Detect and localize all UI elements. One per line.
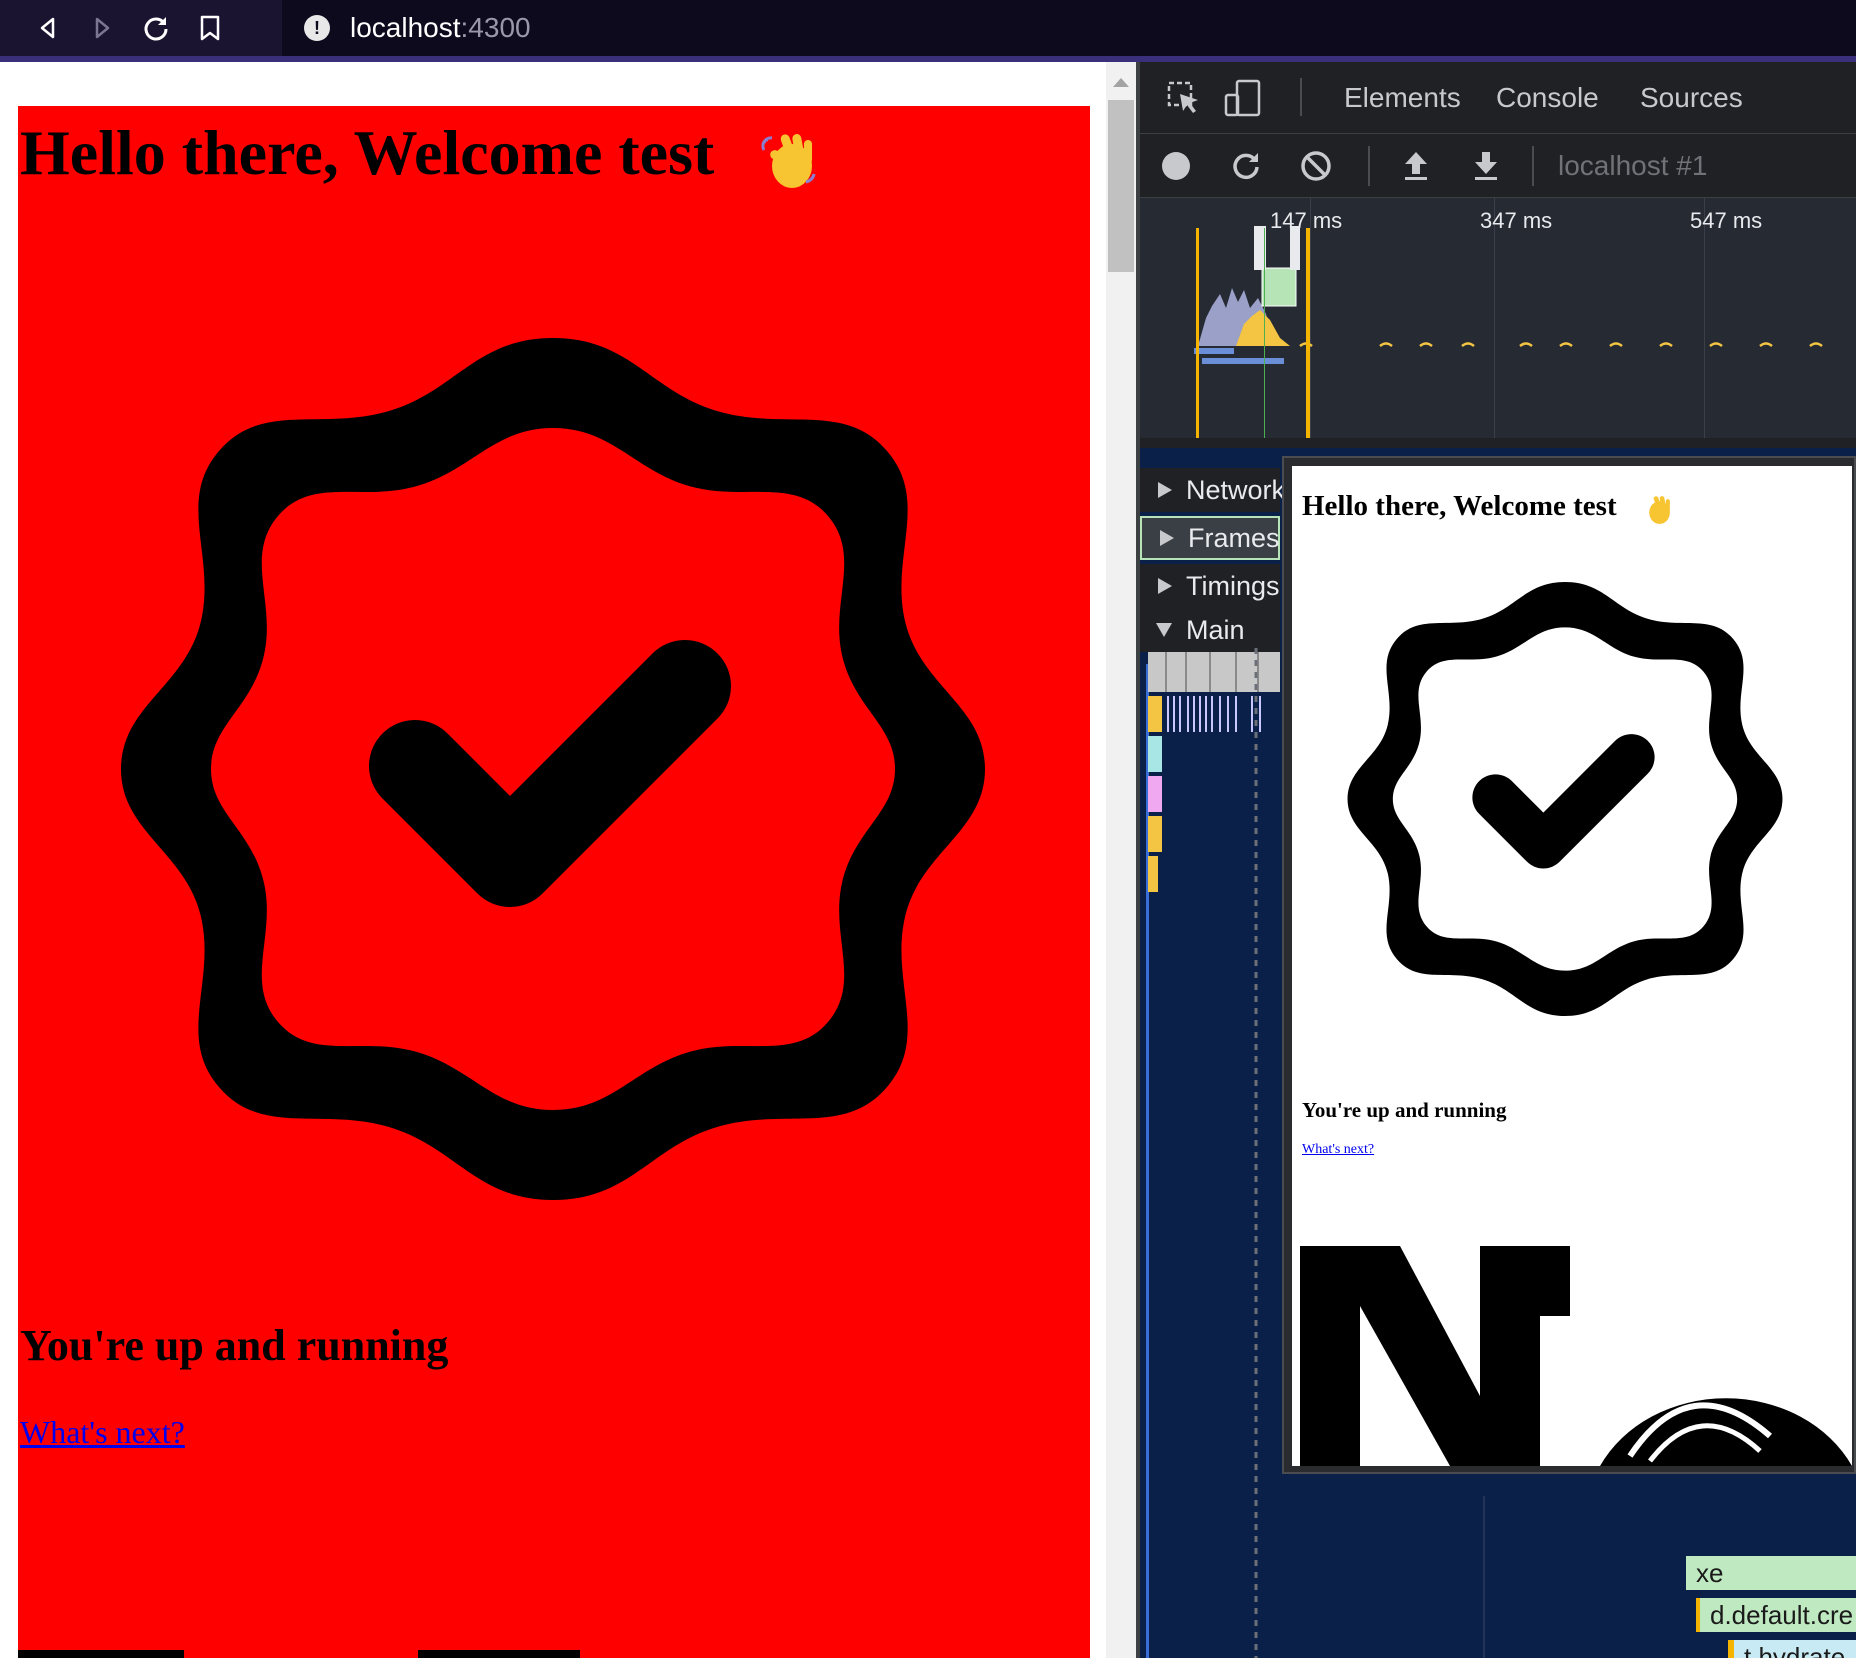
url-port: :4300 <box>460 12 531 43</box>
reload-button[interactable] <box>136 8 176 48</box>
waving-hand-icon <box>761 134 816 188</box>
flame-entry[interactable]: xe <box>1686 1556 1856 1590</box>
page-viewport: Hello there, Welcome test You're up and … <box>0 62 1106 1658</box>
check-badge-icon <box>1347 582 1783 1016</box>
preview-link: What's next? <box>1302 1142 1375 1157</box>
page-scrollbar[interactable] <box>1106 62 1136 1658</box>
bookmark-icon <box>200 15 220 41</box>
forward-icon <box>95 17 110 39</box>
toolbar-separator <box>1300 78 1302 116</box>
check-badge-icon <box>121 338 985 1200</box>
tab-sources[interactable]: Sources <box>1640 82 1743 114</box>
app-page: Hello there, Welcome test You're up and … <box>18 106 1090 1658</box>
timeline-overview[interactable]: 147 ms 347 ms 547 ms No No No No No No N… <box>1140 198 1856 576</box>
browser-toolbar: ! localhost:4300 <box>0 0 1856 62</box>
inspect-cursor-icon <box>1167 81 1198 113</box>
device-toolbar-button[interactable] <box>1220 76 1264 120</box>
inspect-element-button[interactable] <box>1162 76 1206 120</box>
nx-logo-icon <box>1300 1246 1852 1466</box>
scroll-up-arrow-icon[interactable] <box>1113 78 1129 87</box>
clear-icon <box>1301 151 1331 181</box>
tab-console[interactable]: Console <box>1496 82 1599 114</box>
device-icon <box>1224 79 1261 117</box>
upload-icon <box>1405 152 1427 180</box>
toolbar-separator <box>1368 146 1370 186</box>
flame-entry[interactable]: d.default.cre <box>1696 1598 1856 1632</box>
status-subheading: You're up and running <box>20 1321 449 1370</box>
frame-preview-popover: Hello there, Welcome test You're up and … <box>1282 456 1856 1474</box>
devtools-tabbar: Elements Console Sources <box>1140 62 1856 134</box>
back-button[interactable] <box>28 8 68 48</box>
clear-button[interactable] <box>1294 144 1338 188</box>
bookmark-button[interactable] <box>190 8 230 48</box>
download-icon <box>1475 152 1497 180</box>
forward-button[interactable] <box>82 8 122 48</box>
waving-hand-icon <box>1649 496 1670 524</box>
preview-subheading: You're up and running <box>1302 1098 1507 1122</box>
url-host: localhost <box>350 12 461 43</box>
flame-entry[interactable]: t.hydrate <box>1728 1640 1856 1658</box>
load-profile-button[interactable] <box>1394 144 1438 188</box>
back-icon <box>40 17 55 39</box>
page-block <box>18 1650 184 1658</box>
reload-icon <box>144 17 168 41</box>
reload-icon <box>1233 153 1259 180</box>
scrollbar-thumb[interactable] <box>1108 100 1134 272</box>
whats-next-link[interactable]: What's next? <box>20 1414 185 1451</box>
performance-toolbar: localhost #1 <box>1140 134 1856 198</box>
record-button[interactable] <box>1154 144 1198 188</box>
record-icon <box>1162 152 1190 180</box>
address-bar[interactable]: ! localhost:4300 <box>282 0 1856 56</box>
site-info-icon[interactable]: ! <box>304 15 330 41</box>
profile-select[interactable]: localhost #1 <box>1558 150 1707 182</box>
page-block <box>418 1650 580 1658</box>
cpu-activity-chart <box>1194 226 1823 438</box>
welcome-heading: Hello there, Welcome test <box>20 117 715 188</box>
frame-screenshot: Hello there, Welcome test You're up and … <box>1292 466 1852 1466</box>
tab-elements[interactable]: Elements <box>1344 82 1461 114</box>
toolbar-separator <box>1532 146 1534 186</box>
save-profile-button[interactable] <box>1464 144 1508 188</box>
preview-heading: Hello there, Welcome test <box>1302 490 1617 522</box>
reload-profile-button[interactable] <box>1224 144 1268 188</box>
